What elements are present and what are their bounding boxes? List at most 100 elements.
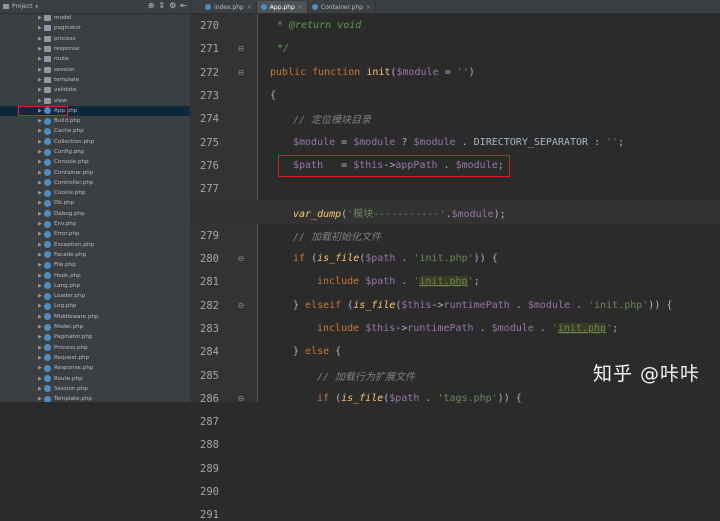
project-title: Project — [12, 3, 33, 10]
tab-container[interactable]: Container.php × — [308, 1, 377, 13]
code-line-282: } elseif (is_file($this->runtimePath . $… — [293, 299, 673, 311]
folder-item[interactable]: ▶ validate — [0, 85, 190, 95]
file-item[interactable]: ▶ App.php — [0, 105, 190, 116]
file-label: Loader.php — [54, 293, 86, 300]
php-class-icon — [44, 344, 51, 352]
file-label: Collection.php — [54, 138, 95, 145]
file-item[interactable]: ▶ Build.php — [0, 116, 190, 126]
close-icon[interactable]: × — [298, 4, 303, 11]
file-item[interactable]: ▶ Cookie.php — [0, 188, 190, 198]
file-item[interactable]: ▶ Hook.php — [0, 270, 190, 280]
line-number: 287 — [200, 416, 219, 429]
project-panel-header: Project ▾ ⊕ ⇕ ⚙ ⇤ — [0, 0, 190, 14]
php-class-icon — [44, 199, 51, 207]
php-class-icon — [44, 169, 51, 177]
php-class-icon — [44, 395, 51, 402]
file-label: Hook.php — [54, 272, 81, 279]
file-label: Debug.php — [54, 210, 85, 217]
folder-item[interactable]: ▶ route — [0, 54, 190, 64]
php-class-icon — [44, 241, 51, 249]
collapse-icon[interactable]: ⇕ — [158, 1, 165, 10]
code-comment: * @return void — [277, 20, 362, 32]
folder-icon — [44, 66, 51, 73]
folder-label: session — [54, 66, 75, 73]
gear-icon[interactable]: ⚙ — [169, 1, 176, 10]
file-item[interactable]: ▶ Db.php — [0, 198, 190, 208]
folder-icon — [44, 97, 51, 104]
file-label: Facade.php — [54, 251, 87, 258]
file-item[interactable]: ▶ Paginator.php — [0, 332, 190, 342]
file-label: Model.php — [54, 324, 84, 331]
folder-icon — [44, 46, 51, 53]
file-item[interactable]: ▶ File.php — [0, 260, 190, 270]
file-label: Response.php — [54, 365, 94, 372]
tab-app[interactable]: App.php × — [256, 1, 308, 13]
file-item[interactable]: ▶ Lang.php — [0, 281, 190, 291]
file-item[interactable]: ▶ Cache.php — [0, 126, 190, 136]
close-icon[interactable]: × — [366, 4, 371, 11]
file-item[interactable]: ▶ Facade.php — [0, 250, 190, 260]
folder-item[interactable]: ▶ model — [0, 13, 190, 23]
php-class-icon — [44, 220, 51, 228]
file-item[interactable]: ▶ Console.php — [0, 157, 190, 167]
file-item[interactable]: ▶ Middleware.php — [0, 312, 190, 322]
folder-item[interactable]: ▶ process — [0, 34, 190, 44]
close-icon[interactable]: × — [247, 4, 252, 11]
project-view-selector[interactable]: Project ▾ — [3, 3, 38, 10]
file-item[interactable]: ▶ Request.php — [0, 353, 190, 363]
file-label: Container.php — [54, 169, 94, 176]
file-label: Exception.php — [54, 241, 94, 248]
file-label: Build.php — [54, 118, 81, 125]
locate-icon[interactable]: ⊕ — [148, 1, 155, 10]
file-item[interactable]: ▶ Process.php — [0, 343, 190, 353]
file-item[interactable]: ▶ Response.php — [0, 363, 190, 373]
folder-item[interactable]: ▶ session — [0, 64, 190, 74]
php-class-icon — [44, 230, 51, 238]
file-item[interactable]: ▶ Template.php — [0, 394, 190, 402]
code-line-280: if (is_file($path . 'init.php')) { — [293, 253, 498, 265]
code-line-279: // 加载初始化文件 — [191, 224, 720, 247]
file-item[interactable]: ▶ Exception.php — [0, 240, 190, 250]
file-item[interactable]: ▶ Container.php — [0, 167, 190, 177]
php-class-icon — [44, 148, 51, 156]
file-item[interactable]: ▶ Log.php — [0, 301, 190, 311]
highlight-box — [278, 155, 510, 177]
folder-label: view — [54, 97, 67, 104]
file-item[interactable]: ▶ Env.php — [0, 219, 190, 229]
file-label: Request.php — [54, 354, 90, 361]
php-class-icon — [44, 117, 51, 125]
file-item[interactable]: ▶ Debug.php — [0, 209, 190, 219]
file-item[interactable]: ▶ Route.php — [0, 373, 190, 383]
folder-label: response — [54, 46, 80, 53]
file-item[interactable]: ▶ Error.php — [0, 229, 190, 239]
file-item[interactable]: ▶ Config.php — [0, 147, 190, 157]
folder-item[interactable]: ▶ template — [0, 75, 190, 85]
php-class-icon — [44, 354, 51, 362]
code-line-270: * @return void — [191, 14, 720, 37]
file-item[interactable]: ▶ Model.php — [0, 322, 190, 332]
tab-index[interactable]: index.php × — [201, 1, 257, 13]
file-label: File.php — [54, 262, 76, 269]
php-class-icon — [44, 127, 51, 135]
file-item[interactable]: ▶ Collection.php — [0, 137, 190, 147]
folder-item[interactable]: ▶ response — [0, 44, 190, 54]
folder-label: paginator — [54, 25, 81, 32]
folder-item[interactable]: ▶ view — [0, 95, 190, 105]
file-label: Paginator.php — [54, 334, 93, 341]
line-number: 289 — [200, 462, 219, 475]
file-item[interactable]: ▶ Session.php — [0, 384, 190, 394]
php-file-icon — [260, 4, 267, 10]
code-line-271: */ — [191, 37, 720, 60]
folder-item[interactable]: ▶ paginator — [0, 23, 190, 33]
code-line-274: // 定位模块目录 — [191, 107, 720, 130]
php-class-icon — [44, 261, 51, 269]
php-class-icon — [44, 138, 51, 146]
code-comment: // 定位模块目录 — [293, 115, 372, 127]
folder-icon — [44, 87, 51, 94]
code-editor[interactable]: 270271⊖272⊖273274275276277278279280⊖2812… — [191, 14, 720, 521]
file-item[interactable]: ▶ Loader.php — [0, 291, 190, 301]
file-item[interactable]: ▶ Controller.php — [0, 178, 190, 188]
folder-label: process — [54, 35, 76, 42]
hide-icon[interactable]: ⇤ — [180, 1, 187, 10]
